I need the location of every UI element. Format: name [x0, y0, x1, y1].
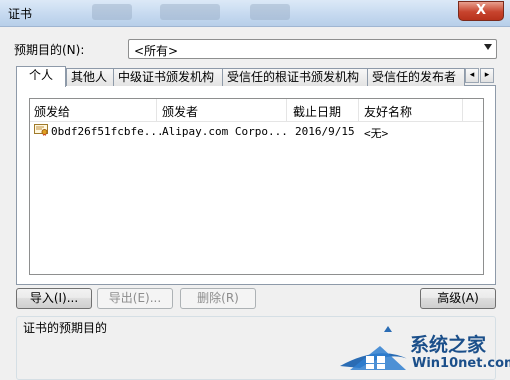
blurred-region: [250, 4, 290, 20]
cell-expiration: 2016/9/15: [295, 125, 355, 138]
purpose-label: 预期目的(N):: [14, 43, 85, 57]
column-expiration[interactable]: 截止日期: [293, 103, 341, 120]
close-button[interactable]: X: [458, 1, 504, 21]
column-divider[interactable]: [462, 99, 463, 121]
column-divider[interactable]: [286, 99, 287, 121]
tab-other-people[interactable]: 其他人: [66, 68, 114, 86]
intended-purposes-label: 证书的预期目的: [23, 321, 108, 335]
column-divider[interactable]: [156, 99, 157, 121]
title-bar: 证书 X: [0, 0, 510, 27]
column-issued-to[interactable]: 颁发给: [34, 103, 70, 120]
column-friendly-name[interactable]: 友好名称: [364, 103, 412, 120]
blurred-region: [92, 4, 132, 20]
watermark-url: Win10net.com: [412, 356, 510, 371]
watermark-title: 系统之家: [410, 334, 487, 356]
tab-intermediate-ca[interactable]: 中级证书颁发机构: [113, 68, 223, 86]
cell-issued-by: Alipay.com Corpo...: [162, 125, 288, 138]
tab-scroll-left-icon[interactable]: ◂: [465, 68, 479, 83]
column-issued-by[interactable]: 颁发者: [162, 103, 198, 120]
advanced-button[interactable]: 高级(A): [420, 288, 496, 309]
tab-trusted-root-ca[interactable]: 受信任的根证书颁发机构: [222, 68, 368, 86]
export-button[interactable]: 导出(E)...: [97, 288, 173, 309]
column-divider[interactable]: [358, 99, 359, 121]
remove-button[interactable]: 删除(R): [180, 288, 256, 309]
blurred-region: [160, 4, 220, 20]
window-title: 证书: [8, 7, 33, 21]
cell-friendly-name: <无>: [364, 127, 389, 140]
purpose-selected-value: <所有>: [134, 44, 179, 58]
table-row[interactable]: 0bdf26f51fcbfe... Alipay.com Corpo... 20…: [30, 123, 483, 141]
tab-scroll-right-icon[interactable]: ▸: [480, 68, 494, 83]
import-button[interactable]: 导入(I)...: [16, 288, 92, 309]
tab-trusted-publishers[interactable]: 受信任的发布者: [367, 68, 465, 86]
list-header: 颁发给 颁发者 截止日期 友好名称: [30, 99, 483, 122]
purpose-dropdown[interactable]: <所有>: [128, 39, 497, 59]
cell-issued-to: 0bdf26f51fcbfe...: [51, 125, 164, 138]
certificate-icon: [34, 124, 48, 136]
chevron-down-icon[interactable]: [484, 44, 492, 50]
certificate-list[interactable]: 颁发给 颁发者 截止日期 友好名称 0bdf26f51fcbfe... Alip…: [29, 98, 484, 275]
tab-personal[interactable]: 个人: [16, 66, 66, 87]
